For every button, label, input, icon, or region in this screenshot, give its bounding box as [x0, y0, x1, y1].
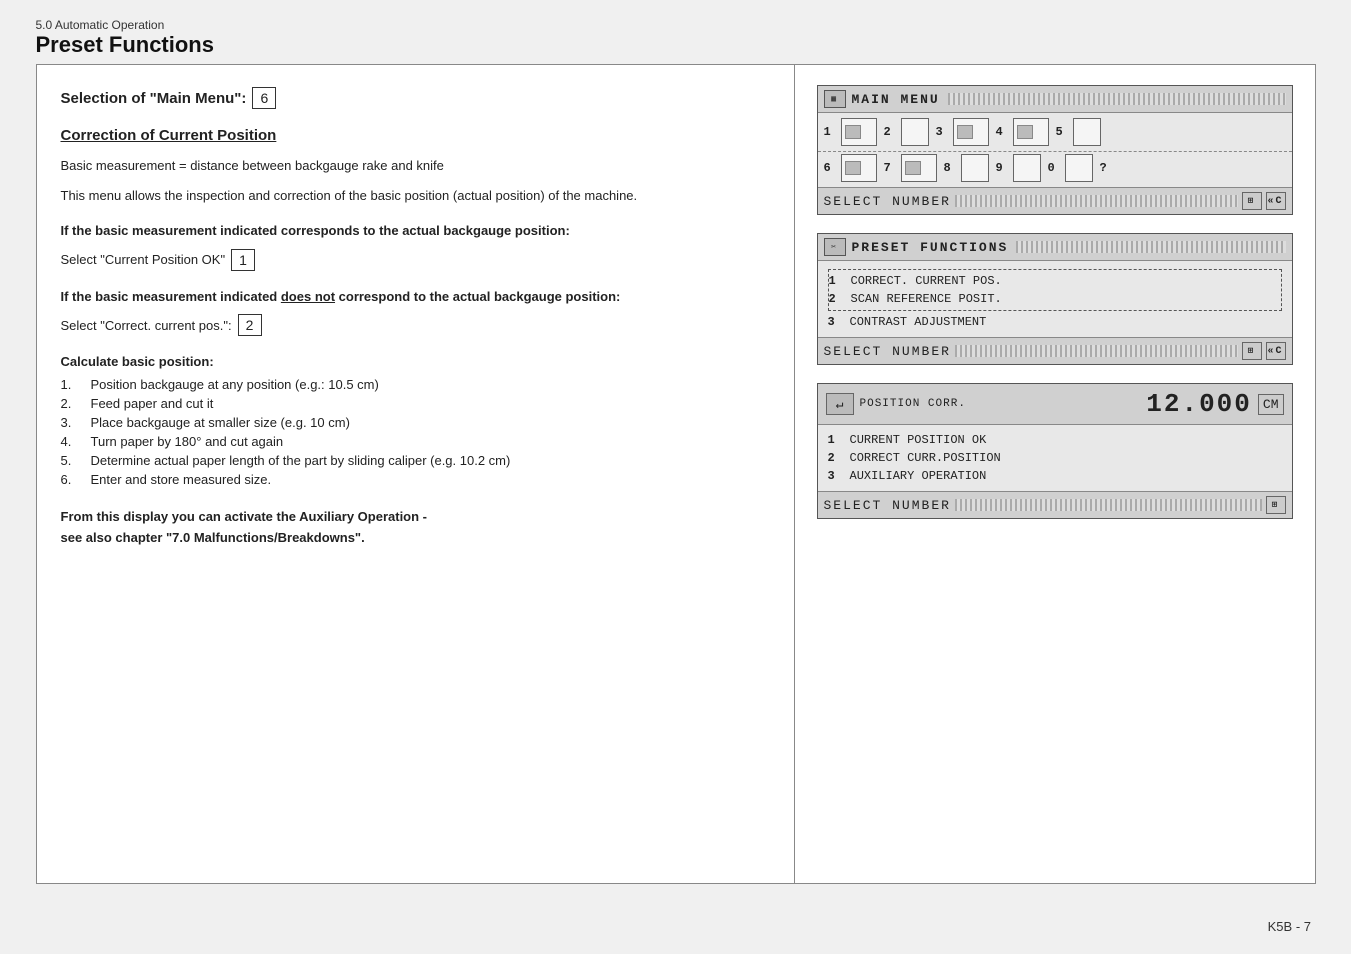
pos-item-3: 3 AUXILIARY OPERATION: [828, 467, 1282, 485]
screen-position-corr: ↵ POSITION CORR. 12.000 CM 1 CURRENT POS…: [817, 383, 1293, 519]
screen1-select-bar: SELECT NUMBER ⊞ «C: [818, 187, 1292, 214]
list-item: 3.Place backgauge at smaller size (e.g. …: [61, 415, 770, 430]
steps-list: 1.Position backgauge at any position (e.…: [61, 377, 770, 487]
num-cell-4[interactable]: [1013, 118, 1049, 146]
page-wrapper: 5.0 Automatic Operation Preset Functions…: [36, 18, 1316, 884]
screen1-hatching: [948, 93, 1286, 105]
screen-main-menu: ▦ MAIN MENU 1 2 3 4 5 6: [817, 85, 1293, 215]
main-menu-selection: Selection of "Main Menu": 6: [61, 87, 770, 109]
screen1-icon: ▦: [824, 90, 846, 108]
pos-icon: ↵: [826, 393, 854, 415]
screen2-topbar: ✂ PRESET FUNCTIONS: [818, 234, 1292, 261]
num-cell-2[interactable]: [901, 118, 929, 146]
screen1-select-label: SELECT NUMBER: [824, 194, 951, 209]
select-ok-number: 1: [231, 249, 255, 271]
pos-items: 1 CURRENT POSITION OK 2 CORRECT CURR.POS…: [818, 425, 1292, 491]
select-correct-line: Select "Correct. current pos.": 2: [61, 314, 770, 336]
pos-label: POSITION CORR.: [860, 398, 966, 410]
screen1-title: MAIN MENU: [852, 92, 940, 107]
section-label: 5.0 Automatic Operation: [36, 18, 1316, 32]
preset-item-1-text: CORRECT. CURRENT POS.: [851, 274, 1002, 288]
preset-item-1: 1 CORRECT. CURRENT POS.: [829, 272, 1281, 290]
screen1-clear-icon[interactable]: «C: [1266, 192, 1286, 210]
page-title: Preset Functions: [36, 32, 1316, 58]
screen2-clear-icon[interactable]: «C: [1266, 342, 1286, 360]
list-item: 4.Turn paper by 180° and cut again: [61, 434, 770, 449]
select-correct-number: 2: [238, 314, 262, 336]
calculate-label: Calculate basic position:: [61, 354, 770, 369]
screen3-select-hatching: [955, 499, 1262, 511]
correction-title: Correction of Current Position: [61, 127, 770, 144]
screen1-topbar: ▦ MAIN MENU: [818, 86, 1292, 113]
auxiliary-note: From this display you can activate the A…: [61, 507, 770, 549]
desc2: This menu allows the inspection and corr…: [61, 186, 770, 206]
screen1-row2: 6 7 8 9 0 ?: [818, 151, 1292, 187]
num-cell-3[interactable]: [953, 118, 989, 146]
pos-item-1-text: CURRENT POSITION OK: [850, 433, 987, 447]
screen2-select-bar: SELECT NUMBER ⊞ «C: [818, 337, 1292, 364]
screen3-select-bar: SELECT NUMBER ⊞: [818, 491, 1292, 518]
screen2-corner-icon: ⊞: [1242, 342, 1262, 360]
screen3-corner-icon: ⊞: [1266, 496, 1286, 514]
pos-item-2: 2 CORRECT CURR.POSITION: [828, 449, 1282, 467]
screen2-icon: ✂: [824, 238, 846, 256]
pos-item-2-text: CORRECT CURR.POSITION: [850, 451, 1001, 465]
screen1-row1: 1 2 3 4 5: [818, 113, 1292, 151]
select-correct-label: Select "Correct. current pos.":: [61, 318, 232, 333]
screen2-select-label: SELECT NUMBER: [824, 344, 951, 359]
pos-unit: CM: [1258, 394, 1284, 415]
screen2-title: PRESET FUNCTIONS: [852, 240, 1009, 255]
page-header: 5.0 Automatic Operation Preset Functions: [36, 18, 1316, 58]
screen1-select-hatching: [955, 195, 1238, 207]
num-cell-0[interactable]: [1065, 154, 1093, 182]
page-number: K5B - 7: [1268, 919, 1311, 934]
main-menu-label: Selection of "Main Menu":: [61, 90, 247, 107]
preset-item-2-text: SCAN REFERENCE POSIT.: [851, 292, 1002, 306]
list-item: 1.Position backgauge at any position (e.…: [61, 377, 770, 392]
desc1: Basic measurement = distance between bac…: [61, 156, 770, 176]
screen2-hatching: [1016, 241, 1285, 253]
preset-item-2: 2 SCAN REFERENCE POSIT.: [829, 290, 1281, 308]
num-cell-8[interactable]: [961, 154, 989, 182]
content-area: Selection of "Main Menu": 6 Correction o…: [36, 64, 1316, 884]
num-cell-6[interactable]: [841, 154, 877, 182]
list-item: 6.Enter and store measured size.: [61, 472, 770, 487]
list-item: 5.Determine actual paper length of the p…: [61, 453, 770, 468]
dashed-box: 1 CORRECT. CURRENT POS. 2 SCAN REFERENCE…: [828, 269, 1282, 311]
num-cell-5[interactable]: [1073, 118, 1101, 146]
if-ok-label: If the basic measurement indicated corre…: [61, 221, 770, 241]
num-cell-9[interactable]: [1013, 154, 1041, 182]
list-item: 2.Feed paper and cut it: [61, 396, 770, 411]
preset-item-3-text: CONTRAST ADJUSTMENT: [850, 315, 987, 329]
screen3-select-label: SELECT NUMBER: [824, 498, 951, 513]
pos-item-3-text: AUXILIARY OPERATION: [850, 469, 987, 483]
main-menu-number: 6: [252, 87, 276, 109]
left-panel: Selection of "Main Menu": 6 Correction o…: [37, 65, 795, 883]
select-ok-line: Select "Current Position OK" 1: [61, 249, 770, 271]
pos-display-bar: ↵ POSITION CORR. 12.000 CM: [818, 384, 1292, 425]
pos-value: 12.000: [1146, 389, 1252, 419]
select-ok-label: Select "Current Position OK": [61, 252, 226, 267]
num-cell-7[interactable]: [901, 154, 937, 182]
preset-item-3: 3 CONTRAST ADJUSTMENT: [828, 313, 1282, 331]
preset-list: 1 CORRECT. CURRENT POS. 2 SCAN REFERENCE…: [818, 261, 1292, 337]
screen-preset-functions: ✂ PRESET FUNCTIONS 1 CORRECT. CURRENT PO…: [817, 233, 1293, 365]
num-cell-1[interactable]: [841, 118, 877, 146]
screen1-corner-icon: ⊞: [1242, 192, 1262, 210]
right-panel: ▦ MAIN MENU 1 2 3 4 5 6: [795, 65, 1315, 883]
if-not-ok-label: If the basic measurement indicated does …: [61, 287, 770, 307]
screen2-select-hatching: [955, 345, 1238, 357]
pos-item-1: 1 CURRENT POSITION OK: [828, 431, 1282, 449]
